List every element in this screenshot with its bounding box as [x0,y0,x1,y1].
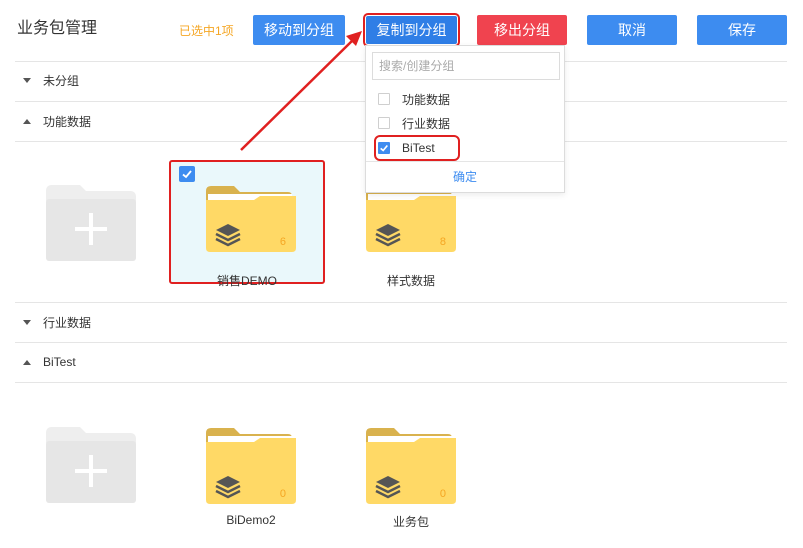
package-count: 6 [279,236,286,248]
page-title: 业务包管理 [17,20,98,37]
option-label: BiTest [402,141,435,155]
package-label: 业务包 [392,515,429,529]
group-name: 未分组 [43,73,80,88]
checkbox-unchecked-icon[interactable] [378,117,390,129]
add-package-tile[interactable] [13,160,169,284]
divider [15,382,787,383]
package-label: BiDemo2 [226,513,276,527]
package-folder: 8 [366,186,456,252]
package-label: 销售DEMO [216,274,277,288]
package-count: 8 [439,236,446,248]
package-count: 0 [279,488,286,500]
selected-count: 已选中1项 [179,24,234,38]
header: 业务包管理 已选中1项 移动到分组 复制到分组 移出分组 取消 保存 [0,0,803,48]
group-header-industry-data[interactable]: 行业数据 [23,312,91,332]
copy-to-group-button[interactable]: 复制到分组 [363,13,460,47]
package-folder: 0 [366,428,456,504]
caret-down-icon [23,319,31,325]
package-tile-bidemo2[interactable]: 0 BiDemo2 [173,402,329,527]
checkbox-unchecked-icon[interactable] [378,93,390,105]
group-name: 行业数据 [43,315,92,330]
remove-from-group-button[interactable]: 移出分组 [477,15,567,45]
checkbox-checked-icon[interactable] [179,166,195,182]
copy-to-group-dropdown: 功能数据 行业数据 BiTest 确定 [365,45,565,193]
divider [15,302,787,303]
save-button[interactable]: 保存 [697,15,787,45]
dropdown-option-industry-data[interactable]: 行业数据 [378,114,450,132]
package-folder: 6 [206,186,296,252]
add-folder-icon [46,185,136,261]
option-label: 行业数据 [402,116,451,131]
checkbox-checked-icon[interactable] [378,142,390,154]
package-count: 0 [439,488,446,500]
package-folder: 0 [206,428,296,504]
caret-up-icon [23,118,31,124]
move-to-group-button[interactable]: 移动到分组 [253,15,345,45]
cancel-button[interactable]: 取消 [587,15,677,45]
package-label: 样式数据 [386,274,435,288]
confirm-button[interactable]: 确定 [366,168,564,185]
caret-down-icon [23,77,31,83]
group-name: BiTest [43,355,76,369]
divider [366,161,564,162]
group-header-function-data[interactable]: 功能数据 [23,111,91,131]
option-label: 功能数据 [402,92,451,107]
package-tile-sales-demo[interactable]: 6 销售DEMO [169,160,325,288]
package-tile-business-package[interactable]: 0 业务包 [333,402,489,529]
add-package-tile[interactable] [13,402,169,526]
dropdown-option-function-data[interactable]: 功能数据 [378,90,450,108]
group-header-ungrouped[interactable]: 未分组 [23,70,79,90]
dropdown-option-bitest[interactable]: BiTest [374,135,460,161]
caret-up-icon [23,359,31,365]
group-search-input[interactable] [372,52,560,80]
add-folder-icon [46,427,136,503]
group-name: 功能数据 [43,114,92,129]
divider [15,342,787,343]
group-header-bitest[interactable]: BiTest [23,352,76,372]
